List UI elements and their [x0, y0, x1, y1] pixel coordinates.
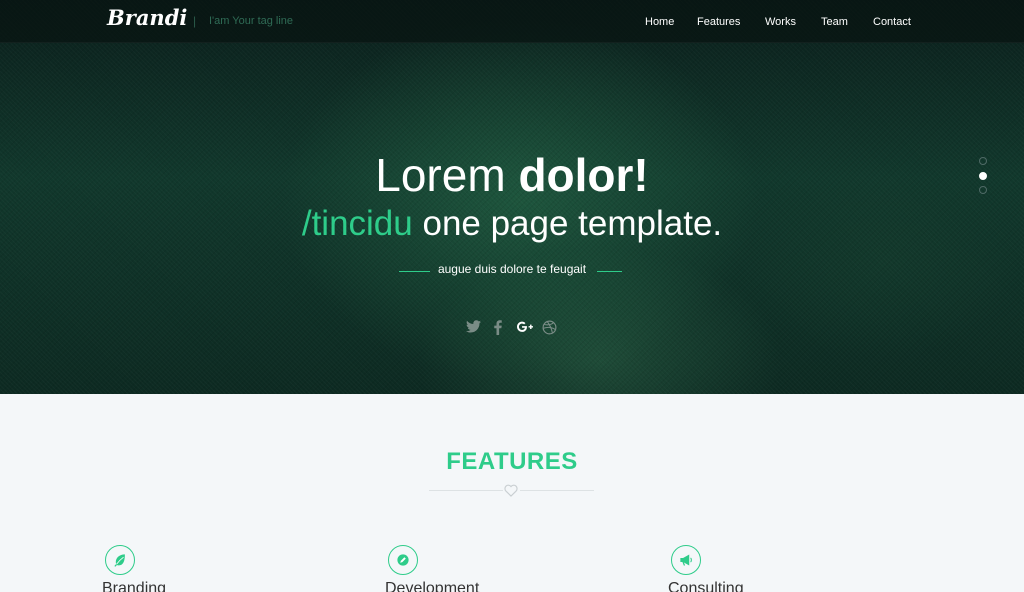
nav-works[interactable]: Works [765, 16, 796, 28]
nav-home[interactable]: Home [645, 16, 674, 28]
hero-title: Lorem dolor! [375, 149, 649, 201]
slider-pagination [979, 157, 987, 197]
feature-branding: Branding [102, 545, 305, 592]
google-plus-icon[interactable] [517, 320, 533, 336]
slider-dot-3[interactable] [979, 186, 987, 194]
dribbble-icon[interactable] [542, 320, 558, 336]
leaf-icon [105, 545, 135, 575]
slider-dot-1[interactable] [979, 157, 987, 165]
feature-title: Development [385, 580, 480, 592]
nav-team[interactable]: Team [821, 16, 848, 28]
twitter-icon[interactable] [466, 320, 482, 336]
megaphone-icon [671, 545, 701, 575]
slider-dot-2[interactable] [979, 172, 987, 180]
feature-development: Development [385, 545, 588, 592]
top-navbar: Brandi | I'am Your tag line Home Feature… [0, 0, 1024, 43]
features-divider-right [520, 490, 594, 491]
heart-icon [504, 484, 518, 497]
main-nav: Home Features Works Team Contact [0, 16, 1024, 30]
features-heading: FEATURES [446, 448, 578, 475]
feature-title: Branding [102, 580, 167, 592]
hero-caption: augue duis dolore te feugait [437, 262, 587, 276]
hero-section: Lorem dolor! /tincidu one page template.… [0, 0, 1024, 394]
social-links [0, 320, 1024, 340]
features-divider-left [429, 490, 503, 491]
caption-divider-right [597, 271, 622, 272]
feature-title: Consulting [668, 580, 744, 592]
pencil-icon [388, 545, 418, 575]
feature-consulting: Consulting [668, 545, 871, 592]
facebook-icon[interactable] [494, 320, 510, 336]
hero-subtitle: /tincidu one page template. [301, 204, 723, 243]
nav-contact[interactable]: Contact [873, 16, 911, 28]
nav-features[interactable]: Features [697, 16, 740, 28]
